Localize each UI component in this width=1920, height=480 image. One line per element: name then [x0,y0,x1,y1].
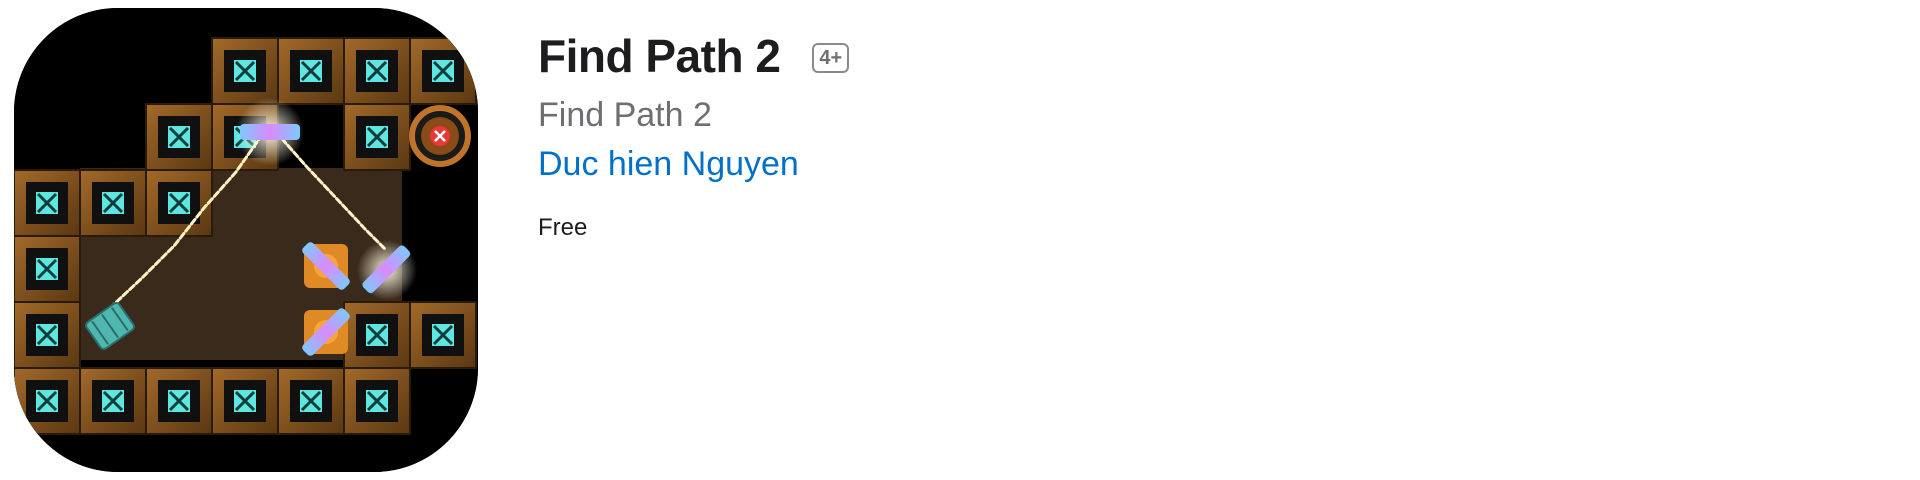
mirror-top [236,98,304,166]
app-info: Find Path 2 4+ Find Path 2 Duc hien Nguy… [538,22,850,242]
crate-tile [14,301,81,369]
crate-tile [409,37,477,105]
crate-tile [343,37,411,105]
crate-tile [145,103,213,171]
title-row: Find Path 2 4+ [538,22,850,90]
crate-tile [14,235,81,303]
crate-tile [79,367,147,435]
target-icon [409,105,471,167]
crate-tile [343,301,411,369]
crate-tile [343,103,411,171]
crate-tile [409,301,477,369]
crate-tile [14,367,81,435]
developer-link[interactable]: Duc hien Nguyen [538,145,849,184]
crate-tile [211,37,279,105]
crate-tile [277,37,345,105]
crate-tile [145,367,213,435]
app-title: Find Path 2 [538,30,781,82]
mirror-center-lower [302,308,350,356]
app-store-header: Find Path 2 4+ Find Path 2 Duc hien Nguy… [0,0,1920,480]
mirror-center-upper [302,242,350,290]
price-label: Free [538,214,588,241]
app-icon [14,8,478,472]
mirror-right [357,240,417,300]
game-board-artwork [14,8,478,472]
crate-tile [14,169,81,237]
app-subtitle: Find Path 2 [538,96,712,134]
crate-tile [145,169,213,237]
crate-tile [211,367,279,435]
crate-tile [343,367,411,435]
age-rating-badge: 4+ [812,43,850,73]
crate-tile [277,367,345,435]
crate-tile [79,169,147,237]
